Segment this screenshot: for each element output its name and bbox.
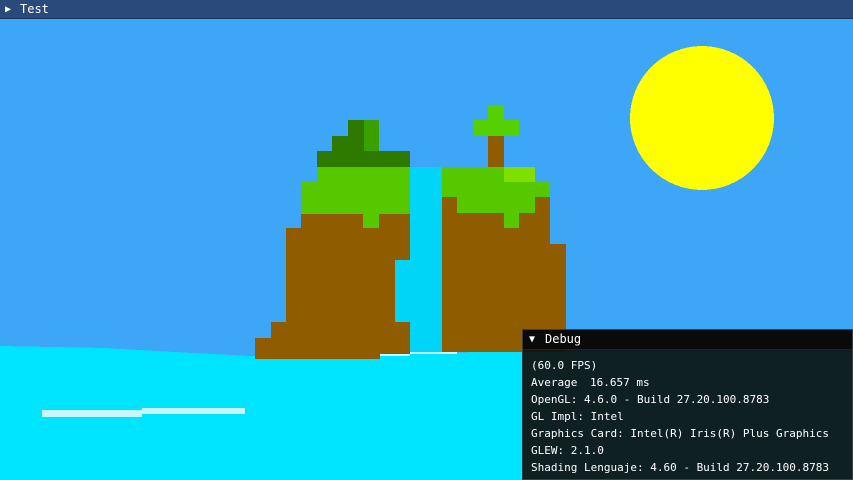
main-window-titlebar[interactable]: ▶ Test	[0, 0, 853, 19]
tree-trunk	[488, 136, 504, 167]
glew-text: GLEW: 2.1.0	[531, 444, 604, 457]
average-label: Average	[531, 376, 578, 389]
opengl-text: OpenGL: 4.6.0 - Build 27.20.100.8783	[531, 393, 770, 406]
graphics-card-text: Graphics Card: Intel(R) Iris(R) Plus Gra…	[531, 427, 830, 440]
average-value: 16.657 ms	[589, 376, 650, 389]
fps-text: (60.0 FPS)	[531, 359, 598, 372]
water-foam	[142, 408, 245, 414]
triangle-right-icon[interactable]: ▶	[5, 0, 11, 19]
average-row: Average 16.657 ms	[531, 374, 852, 391]
debug-window[interactable]: ▼ Debug (60.0 FPS) Average 16.657 ms Ope…	[522, 329, 853, 480]
gl-impl-text: GL Impl: Intel	[531, 410, 624, 423]
tree-leaves	[473, 120, 519, 136]
debug-window-titlebar[interactable]: ▼ Debug	[523, 330, 852, 350]
window-title: Test	[20, 2, 49, 16]
triangle-down-icon[interactable]: ▼	[529, 330, 535, 349]
shading-language-text: Shading Lenguaje: 4.60 - Build 27.20.100…	[531, 461, 830, 474]
water-foam	[42, 410, 142, 417]
sun	[630, 46, 774, 190]
debug-window-title: Debug	[545, 332, 582, 346]
